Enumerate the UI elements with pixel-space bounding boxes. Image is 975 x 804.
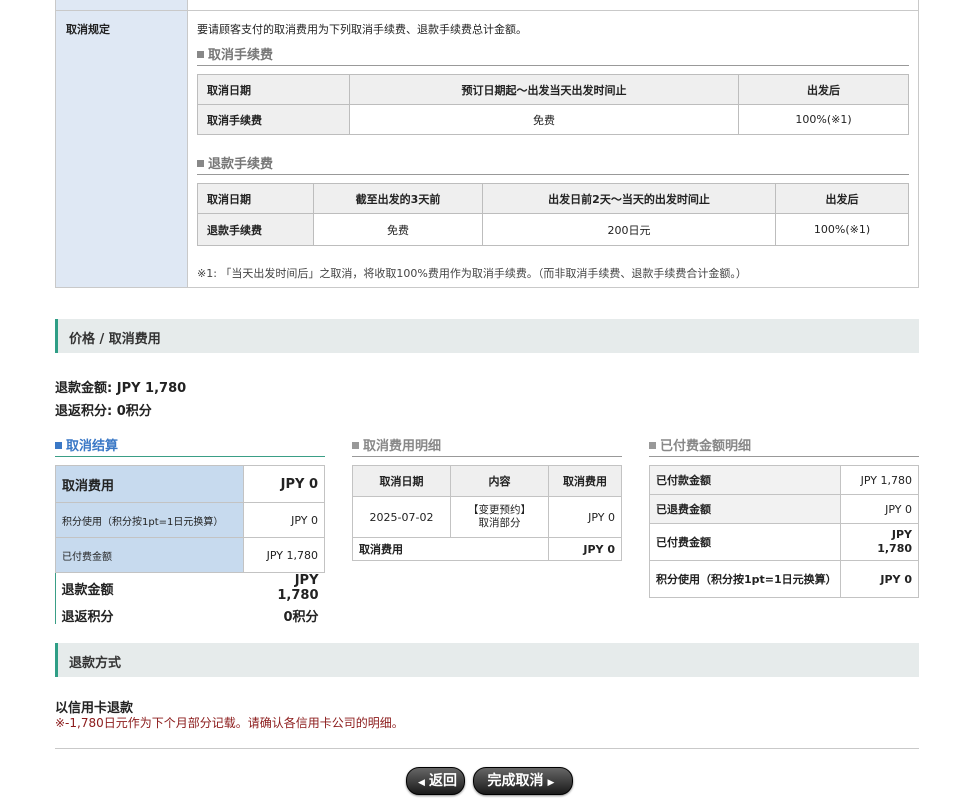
settlement-points-value: 0积分	[243, 603, 325, 627]
square-icon	[352, 442, 359, 449]
square-icon	[55, 442, 62, 449]
back-button[interactable]: ◀ 返回	[406, 767, 465, 795]
table-header-cell: 取消日期	[197, 74, 350, 105]
square-icon	[197, 51, 204, 58]
table-header-cell: 取消费用	[548, 465, 622, 497]
cancel-total-label: 取消费用	[352, 537, 549, 561]
settlement-heading: 取消结算	[55, 435, 325, 457]
refund-method-note: ※-1,780日元作为下个月部分记载。请确认各信用卡公司的明细。	[55, 716, 404, 730]
paid-label: 积分使用（积分按1pt=1日元换算）	[649, 560, 841, 598]
paid-value: JPY 1,780	[840, 523, 919, 561]
section-title: 退款方式	[69, 656, 122, 671]
settlement-label: 已付费金额	[55, 537, 244, 573]
table-cell: 100%(※1)	[738, 104, 909, 135]
table-cell: 免费	[349, 104, 739, 135]
cancellation-policy: 取消规定 要请顾客支付的取消费用为下列取消手续费、退款手续费总计金额。 取消手续…	[55, 0, 919, 288]
table-cell: 免费	[313, 213, 483, 246]
refund-amount-summary: 退款金额: JPY 1,780	[55, 381, 187, 396]
table-header-cell: 截至出发的3天前	[313, 183, 483, 214]
paid-value: JPY 0	[840, 560, 919, 598]
table-cell: 200日元	[482, 213, 776, 246]
paid-label: 已退费金额	[649, 494, 841, 524]
settlement-value: JPY 1,780	[243, 537, 325, 573]
settlement-refund-value: JPY 1,780	[243, 572, 325, 603]
square-icon	[649, 442, 656, 449]
settlement-label: 积分使用（积分按1pt=1日元换算）	[55, 502, 244, 538]
refund-fee-table: 取消日期 截至出发的3天前 出发日前2天～当天的出发时间止 出发后 退款手续费 …	[197, 183, 909, 246]
paid-detail-heading: 已付费金额明细	[649, 435, 919, 457]
table-header-cell: 内容	[450, 465, 549, 497]
cancel-date: 2025-07-02	[352, 496, 451, 538]
table-header-cell: 出发日前2天～当天的出发时间止	[482, 183, 776, 214]
table-header-cell: 出发后	[738, 74, 909, 105]
refund-points-value: 0积分	[116, 404, 152, 419]
refund-fee-heading: 退款手续费	[197, 153, 909, 175]
chevron-right-icon: ▶	[547, 778, 555, 788]
refund-points-summary: 退返积分: 0积分	[55, 404, 152, 419]
cancel-total-value: JPY 0	[548, 537, 622, 561]
paid-label: 已付费金额	[649, 523, 841, 561]
policy-label: 取消规定	[66, 23, 110, 36]
cancel-fee-table: 取消日期 预订日期起～出发当天出发时间止 出发后 取消手续费 免费 100%(※…	[197, 74, 909, 135]
cancel-detail-heading: 取消费用明细	[352, 435, 622, 457]
policy-side-cell: 取消规定	[56, 0, 188, 287]
paid-detail-table: 已付款金额 JPY 1,780 已退费金额 JPY 0 已付费金额 JPY 1,…	[649, 465, 919, 598]
price-section-header: 价格 / 取消费用	[55, 319, 919, 353]
table-row-label: 退款手续费	[197, 213, 314, 246]
paid-label: 已付款金额	[649, 465, 841, 495]
table-cell: 100%(※1)	[775, 213, 909, 246]
complete-cancellation-button[interactable]: 完成取消 ▶	[473, 767, 573, 795]
settlement-points-label: 退返积分	[55, 603, 244, 627]
table-header-cell: 取消日期	[197, 183, 314, 214]
section-title: 价格 / 取消费用	[69, 332, 161, 347]
table-header-cell: 出发后	[775, 183, 909, 214]
settlement-refund-label: 退款金额	[55, 572, 244, 603]
table-row-label: 取消手续费	[197, 104, 350, 135]
paid-value: JPY 0	[840, 494, 919, 524]
cancel-content: 【变更预约】 取消部分	[450, 496, 549, 538]
refund-amount-value: JPY 1,780	[116, 381, 187, 396]
paid-value: JPY 1,780	[840, 465, 919, 495]
settlement-value: JPY 0	[243, 465, 325, 503]
settlement-table: 取消费用 JPY 0 积分使用（积分按1pt=1日元换算） JPY 0 已付费金…	[55, 465, 325, 627]
divider	[55, 748, 919, 749]
cancel-detail-table: 取消日期 内容 取消费用 2025-07-02 【变更预约】 取消部分 JPY …	[352, 465, 622, 561]
square-icon	[197, 160, 204, 167]
cancel-fee-heading: 取消手续费	[197, 44, 909, 66]
settlement-value: JPY 0	[243, 502, 325, 538]
table-header-cell: 取消日期	[352, 465, 451, 497]
settlement-label: 取消费用	[55, 465, 244, 503]
policy-intro: 要请顾客支付的取消费用为下列取消手续费、退款手续费总计金额。	[197, 23, 527, 36]
table-header-cell: 预订日期起～出发当天出发时间止	[349, 74, 739, 105]
refund-method-header: 退款方式	[55, 643, 919, 677]
chevron-left-icon: ◀	[418, 778, 425, 788]
cancel-fee-value: JPY 0	[548, 496, 622, 538]
policy-footnote: ※1: 「当天出发时间后」之取消，将收取100%费用作为取消手续费。（而非取消手…	[197, 267, 747, 280]
